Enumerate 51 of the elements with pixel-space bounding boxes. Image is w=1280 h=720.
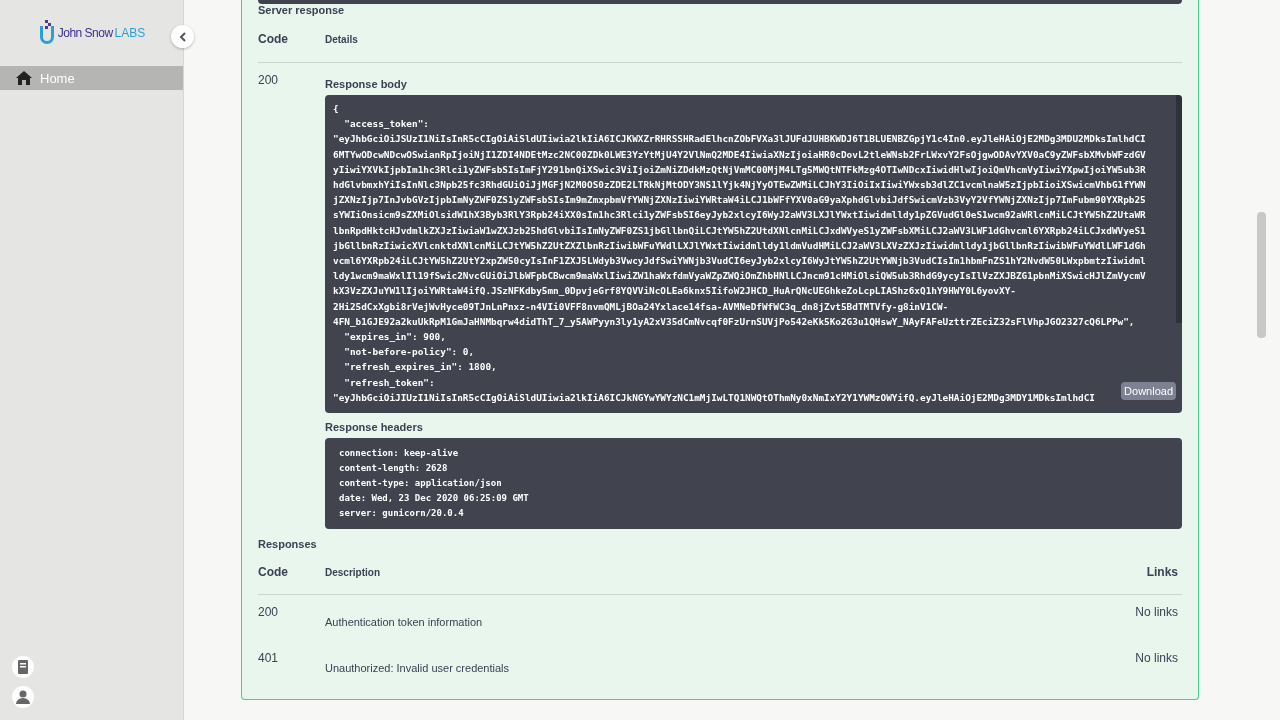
code-line: jZXNzIjp7InJvbGVzIjpbImNyZWF0ZS1yZWFsbSIsIm9mZmxpbmVfYWNjZXNzIiwiYWRtaW4iLCJ1bWFfYXV0aG9yaXphdGlvbiJdfSwicmVzb3VyY2VfYWNjZXNzIjp7ImFubm90YXRpb25 [333, 193, 1146, 208]
logo-text: John Snow [57, 26, 113, 40]
section-title: Responses [258, 538, 318, 550]
code-line: "refresh_expires_in": 1800, [343, 360, 497, 375]
code-line: 2Hi25dCxXgbi8rVejWvHyce09TJnLnPnxz-n4VIi0VFF8nvmQMLjBOa24Yxlace14fsa-AVMNeDfWfWC3q_dn8jZvt5BdTMTVfy-g8inV1CW- [333, 299, 949, 314]
code-line: server: gunicorn/20.0.4 [339, 507, 465, 520]
code-line: "refresh_token": [343, 375, 435, 390]
code-line: ldy1wcm9maWxlIl19fSwic2NvcGUiOiJlbWFpbCBwcm9maWxlIiwiZW1haWxfdmVyaWZpZWQiOmZhbHNlLCJncm91cHMiOlsiQW5ub3RhdG9ycyIsIlVzZXJBZG1pbnMiXSwicHJlZmVycmV [333, 269, 1146, 284]
column-header: Code [258, 32, 289, 46]
section-label: Response headers [325, 421, 424, 433]
download-button[interactable]: Download [1121, 382, 1176, 400]
table-cell-text: No links [1135, 605, 1179, 619]
table-cell-text: No links [1135, 651, 1179, 665]
code-line: "eyJhbGciOiJIUzI1NiIsInR5cCIgOiAiSldUIiwia2lkIiA6ICJkNGYwYWYzNC1mMjIwLTQ1NWQtOThmNy0xNmIxY2Y1YWMzOWYifQ.eyJleHAiOjE2MDg3MDY1MDksImlhdCI [333, 390, 1095, 405]
table-cell-text: Unauthorized: Invalid user credentials [325, 662, 511, 674]
column-header: Code [258, 565, 289, 579]
code-line: kX3VzZXJuYW1lIjoiYWRtaW4ifQ.JSzNFKdby5mn_0DpvjeGrf8YQVViNcOLEa6knx5IifoW2JHCD_HuArQNcUEGhkeZoLcpLIAShz6xQ1hY9HWY0L6yovXY- [333, 284, 1016, 299]
status-code: 200 [258, 73, 280, 89]
code-line: "not-before-policy": 0, [343, 345, 475, 360]
column-header: Links [1146, 565, 1179, 579]
code-line: date: Wed, 23 Dec 2020 06:25:09 GMT [339, 492, 530, 505]
code-line: { [333, 102, 339, 116]
code-line: lbnRpdHktcHJvdmlkZXJzIiwiaW1wZXJzb25hdGlvbiIsImNyZWF0ZS1jbGllbnQiLCJtYW5hZ2UtdXNlcnMiLCJxdWVyeS1yZWFsbXMiLCJ2aWV3LWF1dGhvcml6YXRpb24iLCJxdWVyeS1 [333, 223, 1146, 238]
code-line: vcml6YXRpb24iLCJtYW5hZ2UtY2xpZW50cyIsInF1ZXJ5LWdyb3VwcyJdfSwiYWNjb3VudCI6eyJyb2xlcyI6WyJtYW5hZ2UtYWNjb3VudCIsIm1hbmFnZS1hY2NvdW50LWxpbmtzIiwidml [333, 254, 1146, 269]
code-line: hdGlvbmxhYiIsInNlc3Npb25fc3RhdGUiOiJjMGFjN2M0OS0zZDE2LTRkNjMtODY3NS1lYjk4NjYyOTEwZWMiLCJhY3IiOiIxIiwiYWxsb3dlZC1vcmlnaW5zIjpbIioiXSwicmVhbG1fYWN [333, 178, 1146, 192]
user-icon[interactable] [12, 686, 34, 708]
section-label: Response body [325, 78, 408, 90]
nav-item[interactable]: Home [0, 66, 183, 90]
table-cell-text: Authentication token information [325, 616, 484, 628]
code-line: "access_token": [343, 117, 429, 132]
status-code: 401 [258, 651, 280, 665]
collapse-button[interactable] [171, 25, 194, 48]
logo-text: LABS [114, 26, 146, 40]
code-line: jbGllbnRzIiwicXVlcnktdXNlcnMiLCJtYW5hZ2UtZXZlbnRzIiwibWFuYWdlLXJlYWxtIiwidmlldy1ldmVudHMiLCJ2aWV3LXVzZXJzIiwidmlldy1jbGllbnRzIiwibWFuYWdlLWF1dGh [333, 238, 1146, 253]
code-line: connection: keep-alive [339, 447, 460, 460]
column-header: Description [325, 566, 381, 578]
code-line: sYWIiOnsicm9sZXMiOlsidW1hX3Byb3RlY3Rpb24iXX0sIm1hc3Rlci1yZWFsbSI6eyJyb2xlcyI6WyJ2aWV3LXJlYWxtIiwidmlldy1pZGVudGl0eS1wcm92aWRlcnMiLCJtYW5hZ2UtaWR [333, 208, 1146, 223]
column-header: Details [325, 33, 358, 45]
logo-icon [37, 20, 56, 46]
code-line: "eyJhbGciOiJSUzI1NiIsInR5cCIgOiAiSldUIiwia2lkIiA6ICJKWXZrRHRSSHRadElhcnZObFVXa3lJUFdJUHBKWDJ6T1BLUENBZGpjY1c4In0.eyJleHAiOjE2MDg3MDU2MDksImlhdCI [333, 132, 1146, 147]
code-line: "expires_in": 900, [343, 330, 446, 345]
code-line: content-type: application/json [339, 477, 503, 490]
code-line: content-length: 2628 [339, 462, 449, 475]
code-line: yIiwiYXVkIjpbIm1hc3Rlci1yZWFsbSIsImFjY291bnQiXSwic3ViIjoiZmNiZDdkMzQtNjVmMC00MjM4LTg5MWQtNTFkMzg4OTIwNDcxIiwidHlwIjoiQmVhcmVyIiwiYXpwIjoiYW5ub3R [333, 162, 1146, 177]
code-line: 6MTYwODcwNDcwOSwianRpIjoiNjI1ZDI4NDEtMzc2NC00ZDk0LWE3YzYtMjU4Y2VlNmQ2MDE4IiwiaXNzIjoiaHR0cDovL2tleWNsb2FrLWxvY2FsOjgwODAvYXV0aC9yZWFsbXMvbWFzdGV [333, 147, 1146, 162]
home-icon [16, 71, 32, 85]
status-code: 200 [258, 605, 280, 619]
section-title: Server response [258, 4, 346, 16]
code-line: 4FN_b1GJE92a2kuUkRpM1GmJaHNMbqrw4didThT_7_y5AWPyyn3ly1yA2xV35dCmNvcqf0FzUrnSUVjPo542eKk5Ko2G3u1QHswY_NAyFAFeUzttrZEciZ32sFlVhpJGO2327cQ6LPPw", [333, 314, 1135, 329]
book-icon[interactable] [12, 656, 34, 678]
chevron-left-icon [178, 31, 187, 42]
